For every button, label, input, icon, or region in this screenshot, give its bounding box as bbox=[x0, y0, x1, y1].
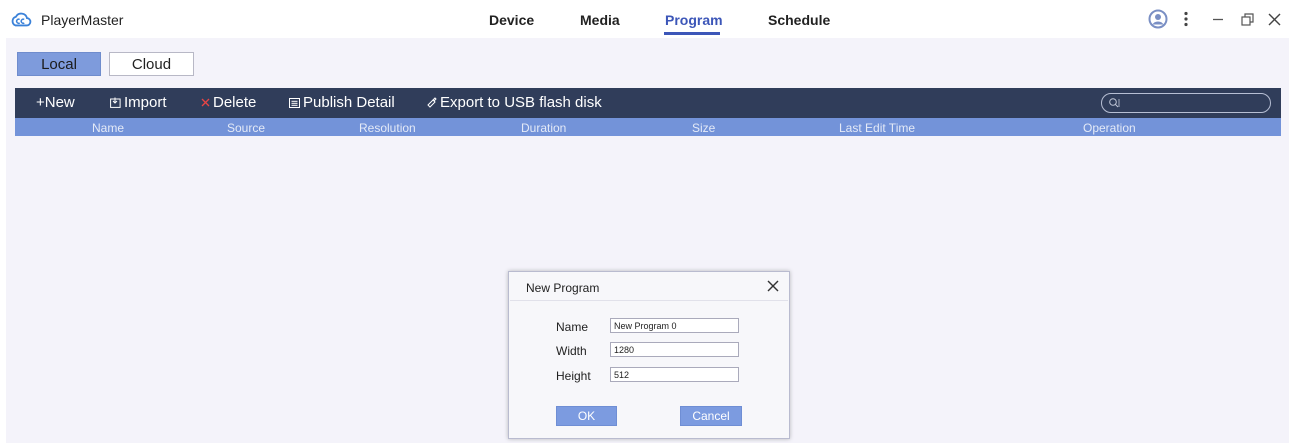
nav-active-indicator bbox=[664, 32, 720, 35]
delete-button[interactable]: Delete bbox=[201, 94, 256, 111]
ok-button[interactable]: OK bbox=[556, 406, 617, 426]
width-label: Width bbox=[556, 344, 587, 358]
height-input[interactable] bbox=[610, 367, 739, 382]
column-last-edit-time[interactable]: Last Edit Time bbox=[839, 121, 915, 135]
export-usb-button[interactable]: Export to USB flash disk bbox=[426, 94, 602, 111]
new-button[interactable]: +New bbox=[36, 94, 75, 111]
nav-tab-media[interactable]: Media bbox=[580, 12, 620, 28]
publish-detail-label: Publish Detail bbox=[303, 94, 395, 111]
column-size[interactable]: Size bbox=[692, 121, 715, 135]
import-icon bbox=[110, 97, 121, 108]
nav-tab-program[interactable]: Program bbox=[665, 12, 723, 28]
close-icon[interactable] bbox=[1265, 8, 1283, 30]
search-box[interactable] bbox=[1101, 93, 1271, 113]
width-input[interactable] bbox=[610, 342, 739, 357]
program-toolbar: +New Import Delete Publish Detail Export… bbox=[15, 88, 1281, 118]
title-bar: PlayerMaster Device Media Program Schedu… bbox=[0, 0, 1290, 38]
export-usb-label: Export to USB flash disk bbox=[440, 94, 602, 111]
list-icon bbox=[289, 97, 300, 108]
publish-detail-button[interactable]: Publish Detail bbox=[289, 94, 395, 111]
dialog-close-icon[interactable] bbox=[765, 278, 781, 294]
nav-tab-device[interactable]: Device bbox=[489, 12, 534, 28]
app-name: PlayerMaster bbox=[41, 12, 124, 28]
name-label: Name bbox=[556, 320, 589, 334]
tab-cloud[interactable]: Cloud bbox=[109, 52, 194, 76]
delete-button-label: Delete bbox=[213, 94, 257, 111]
column-duration[interactable]: Duration bbox=[521, 121, 566, 135]
column-source[interactable]: Source bbox=[227, 121, 265, 135]
column-name[interactable]: Name bbox=[92, 121, 124, 135]
delete-x-icon bbox=[201, 98, 210, 107]
tab-local[interactable]: Local bbox=[17, 52, 101, 76]
table-header: Name Source Resolution Duration Size Las… bbox=[15, 118, 1281, 136]
restore-icon[interactable] bbox=[1238, 8, 1256, 30]
program-name-input[interactable] bbox=[610, 318, 739, 333]
minimize-icon[interactable] bbox=[1209, 8, 1227, 30]
cancel-button[interactable]: Cancel bbox=[680, 406, 742, 426]
cloud-logo-icon bbox=[11, 12, 32, 27]
height-label: Height bbox=[556, 369, 591, 383]
column-operation[interactable]: Operation bbox=[1083, 121, 1136, 135]
column-resolution[interactable]: Resolution bbox=[359, 121, 416, 135]
dialog-divider bbox=[510, 300, 788, 301]
import-button-label: Import bbox=[124, 94, 167, 111]
new-button-label: +New bbox=[36, 94, 75, 111]
more-icon[interactable] bbox=[1179, 8, 1193, 30]
nav-tab-schedule[interactable]: Schedule bbox=[768, 12, 830, 28]
user-icon[interactable] bbox=[1147, 8, 1169, 30]
search-icon bbox=[1109, 98, 1120, 108]
new-program-dialog: New Program Name Width Height OK Cancel bbox=[508, 271, 790, 439]
dialog-title: New Program bbox=[526, 281, 600, 295]
usb-icon bbox=[426, 97, 437, 108]
import-button[interactable]: Import bbox=[110, 94, 167, 111]
